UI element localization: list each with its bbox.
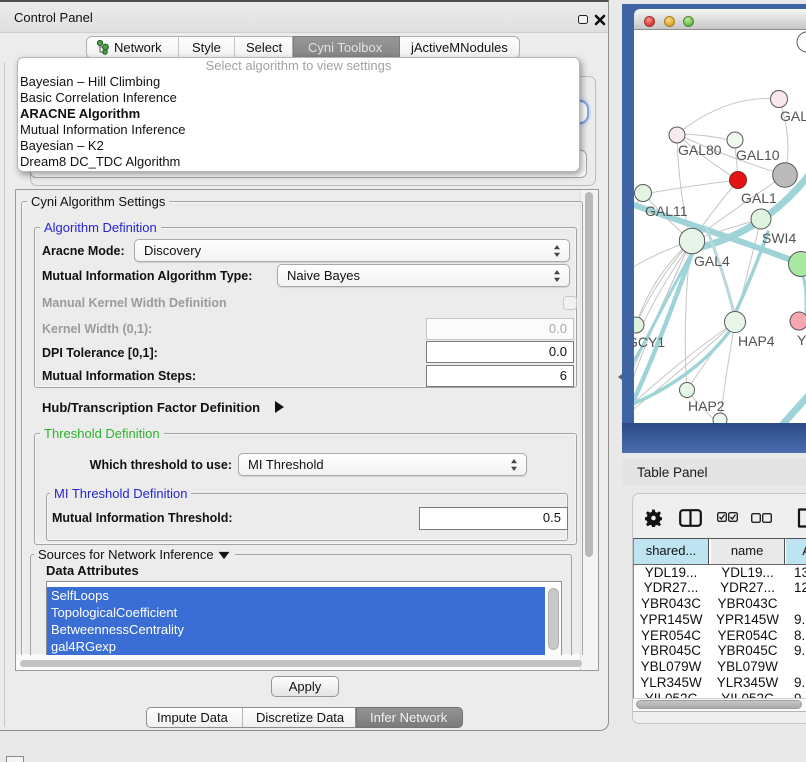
svg-text:GAL11: GAL11 bbox=[645, 203, 688, 219]
svg-text:HAP2: HAP2 bbox=[688, 398, 725, 414]
svg-text:HAP4: HAP4 bbox=[738, 333, 775, 349]
svg-text:GCY1: GCY1 bbox=[634, 334, 665, 350]
svg-text:GAL10: GAL10 bbox=[736, 147, 780, 163]
svg-text:GAL2: GAL2 bbox=[780, 108, 806, 124]
svg-text:Y: Y bbox=[797, 332, 806, 348]
svg-text:GAL1: GAL1 bbox=[741, 190, 777, 206]
svg-text:SWI4: SWI4 bbox=[762, 230, 796, 246]
svg-text:GAL80: GAL80 bbox=[678, 142, 722, 158]
svg-text:GAL4: GAL4 bbox=[694, 253, 730, 269]
